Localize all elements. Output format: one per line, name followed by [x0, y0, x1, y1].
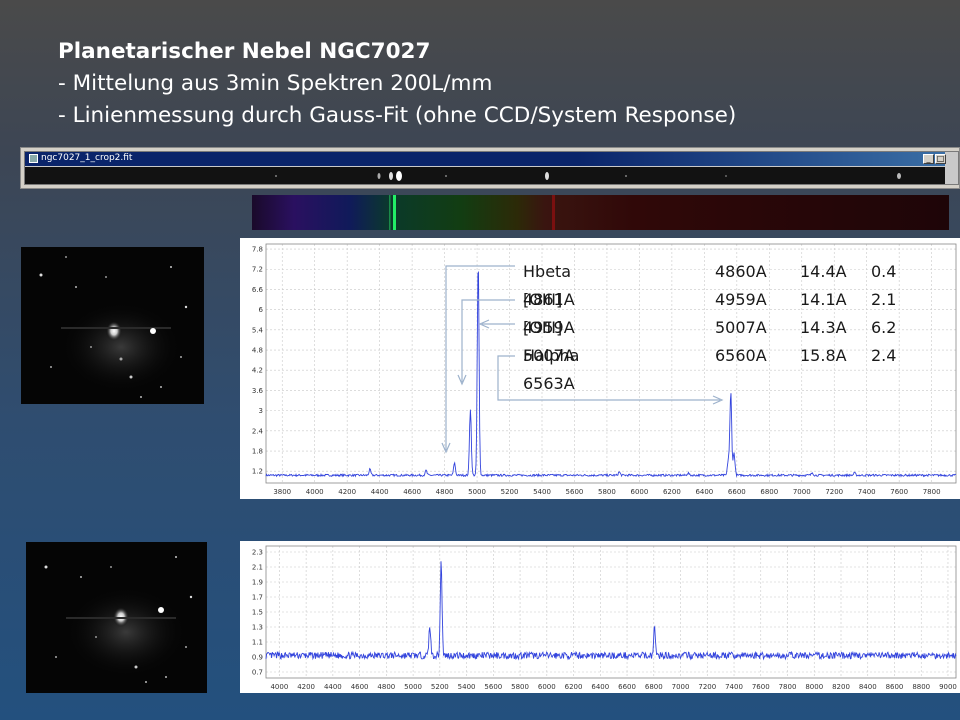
- slide-title: Planetarischer Nebel NGC7027: [58, 39, 431, 64]
- x-tick-label: 7400: [725, 683, 743, 691]
- line-flux: 2.4: [871, 346, 897, 365]
- spectrum-strip-lines: [275, 171, 901, 181]
- x-tick-label: 8000: [805, 683, 823, 691]
- x-tick-label: 6800: [645, 683, 663, 691]
- strip-dot: [445, 175, 447, 177]
- measured-wavelength: 4860A: [715, 262, 767, 281]
- x-tick-label: 5800: [511, 683, 529, 691]
- line-width: 14.1A: [800, 290, 847, 309]
- x-tick-label: 8400: [859, 683, 877, 691]
- slide-bullet-1: - Mittelung aus 3min Spektren 200L/mm: [58, 71, 493, 96]
- strip-line-halpha: [545, 172, 549, 180]
- x-tick-label: 4000: [270, 683, 288, 691]
- y-tick-label: 1.1: [252, 639, 263, 647]
- x-tick-label: 7200: [698, 683, 716, 691]
- x-tick-label: 6400: [591, 683, 609, 691]
- annotation-arrows: [441, 265, 724, 454]
- strip-line-oiii-5007: [396, 171, 402, 181]
- bottom-spectrum-chart: 0.7 0.9 1.1 1.3 1.5 1.7 1.9 2.1 2.3 4000 4200 4400 4…: [252, 545, 957, 691]
- x-tick-label: 5400: [458, 683, 476, 691]
- bottom-spectrum-panel: 0.7 0.9 1.1 1.3 1.5 1.7 1.9 2.1 2.3 4000 4200 4400 4…: [240, 541, 960, 693]
- slide-title-block: Planetarischer Nebel NGC7027 - Mittelung…: [58, 36, 736, 132]
- x-tick-label: 6600: [618, 683, 636, 691]
- y-tick-label: 1.9: [252, 579, 263, 587]
- top-spectrum-panel: 1.2 1.8 2.4 3 3.6 4.2 4.8 5.4 6 6.6 7.2 7.8 3800 4000…: [240, 238, 960, 499]
- x-tick-label: 9000: [939, 683, 957, 691]
- x-tick-label: 7600: [752, 683, 770, 691]
- arrow-oiii-4959: [461, 299, 515, 382]
- spectrum-bar-background: [252, 195, 949, 230]
- nebula-photo-top-image: [39, 256, 188, 398]
- x-tick-label: 8800: [912, 683, 930, 691]
- line-flux: 2.1: [871, 290, 897, 309]
- line-width: 14.4A: [800, 262, 847, 281]
- nebula-core: [106, 321, 122, 341]
- x-tick-label: 6200: [565, 683, 583, 691]
- line-id: Halpha 6563A: [523, 346, 580, 393]
- minimize-button[interactable]: _: [923, 154, 934, 164]
- window-title: ngc7027_1_crop2.fit: [41, 153, 133, 163]
- x-tick-label: 6000: [538, 683, 556, 691]
- measured-wavelength: 4959A: [715, 290, 767, 309]
- y-tick-label: 1.3: [252, 624, 263, 632]
- color-spectrum-bar: [252, 195, 949, 230]
- spectrum-series-line: [265, 561, 957, 661]
- maximize-button[interactable]: □: [935, 154, 946, 164]
- line-flux: 0.4: [871, 262, 897, 281]
- strip-dot: [625, 175, 627, 177]
- x-tick-label: 5600: [484, 683, 502, 691]
- nebula-photo-bottom-image: [44, 556, 193, 683]
- arrow-hbeta: [445, 265, 515, 450]
- strip-line-hbeta: [377, 173, 381, 179]
- x-tick-label: 7000: [672, 683, 690, 691]
- x-tick-label: 7800: [779, 683, 797, 691]
- spectrum-bar-halpha-line: [552, 195, 555, 230]
- line-width: 14.3A: [800, 318, 847, 337]
- spectrum-bar-oiii-line-weak: [389, 195, 391, 230]
- strip-dot: [725, 175, 727, 177]
- x-tick-label: 4800: [377, 683, 395, 691]
- y-tick-label: 0.9: [252, 654, 263, 662]
- x-tick-label: 5200: [431, 683, 449, 691]
- strip-line-far: [897, 173, 901, 179]
- line-flux: 6.2: [871, 318, 897, 337]
- x-tick-label: 4600: [351, 683, 369, 691]
- line-width: 15.8A: [800, 346, 847, 365]
- x-tick-label: 5000: [404, 683, 422, 691]
- nebula-photo-bottom: [26, 542, 207, 693]
- y-tick-label: 2.3: [252, 549, 263, 557]
- strip-dot: [275, 175, 277, 177]
- window-titlebar[interactable]: ngc7027_1_crop2.fit _ □: [25, 152, 946, 166]
- spectrum-bar-oiii-line: [393, 195, 396, 230]
- nebula-photo-top: [21, 247, 204, 404]
- fits-spectrum-strip: [25, 167, 945, 184]
- fits-viewer-window[interactable]: ngc7027_1_crop2.fit _ □: [20, 147, 960, 189]
- slide-bullet-2: - Linienmessung durch Gauss-Fit (ohne CC…: [58, 103, 737, 128]
- x-tick-label: 8200: [832, 683, 850, 691]
- y-tick-label: 0.7: [252, 669, 263, 677]
- x-tick-label: 4400: [324, 683, 342, 691]
- y-tick-label: 2.1: [252, 564, 263, 572]
- y-tick-label: 1.5: [252, 609, 263, 617]
- strip-line-oiii-4959: [389, 172, 393, 180]
- x-tick-label: 4200: [297, 683, 315, 691]
- measured-wavelength: 6560A: [715, 346, 767, 365]
- x-tick-label: 8600: [886, 683, 904, 691]
- y-tick-label: 1.7: [252, 594, 263, 602]
- measured-wavelength: 5007A: [715, 318, 767, 337]
- window-app-icon: [29, 154, 38, 163]
